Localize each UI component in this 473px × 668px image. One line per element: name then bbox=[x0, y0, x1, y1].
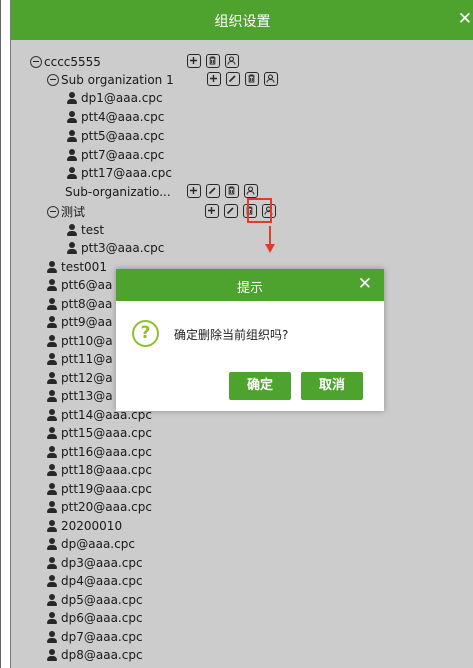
confirm-button[interactable]: 确定 bbox=[229, 372, 291, 400]
window-close-icon[interactable]: ✕ bbox=[458, 9, 472, 29]
org-settings-window: 组织设置 ✕ cccc5555 Sub organization 1 dp1@a… bbox=[0, 0, 473, 668]
delete-highlight-box bbox=[247, 198, 272, 223]
dialog-message: 确定删除当前组织吗? bbox=[174, 328, 289, 342]
left-edge bbox=[1, 0, 11, 668]
question-icon: ? bbox=[132, 320, 159, 347]
title-bar: 组织设置 ✕ bbox=[11, 0, 473, 40]
confirm-dialog: 提示 ✕ ? 确定删除当前组织吗? 确定 取消 bbox=[116, 269, 384, 411]
dialog-title-bar: 提示 ✕ bbox=[116, 269, 384, 301]
annotation-arrow-icon bbox=[265, 244, 275, 253]
dialog-close-icon[interactable]: ✕ bbox=[358, 274, 372, 294]
dialog-title: 提示 bbox=[236, 281, 263, 296]
annotation-arrow-line bbox=[269, 226, 271, 246]
window-title: 组织设置 bbox=[214, 14, 271, 30]
cancel-button[interactable]: 取消 bbox=[301, 372, 363, 400]
